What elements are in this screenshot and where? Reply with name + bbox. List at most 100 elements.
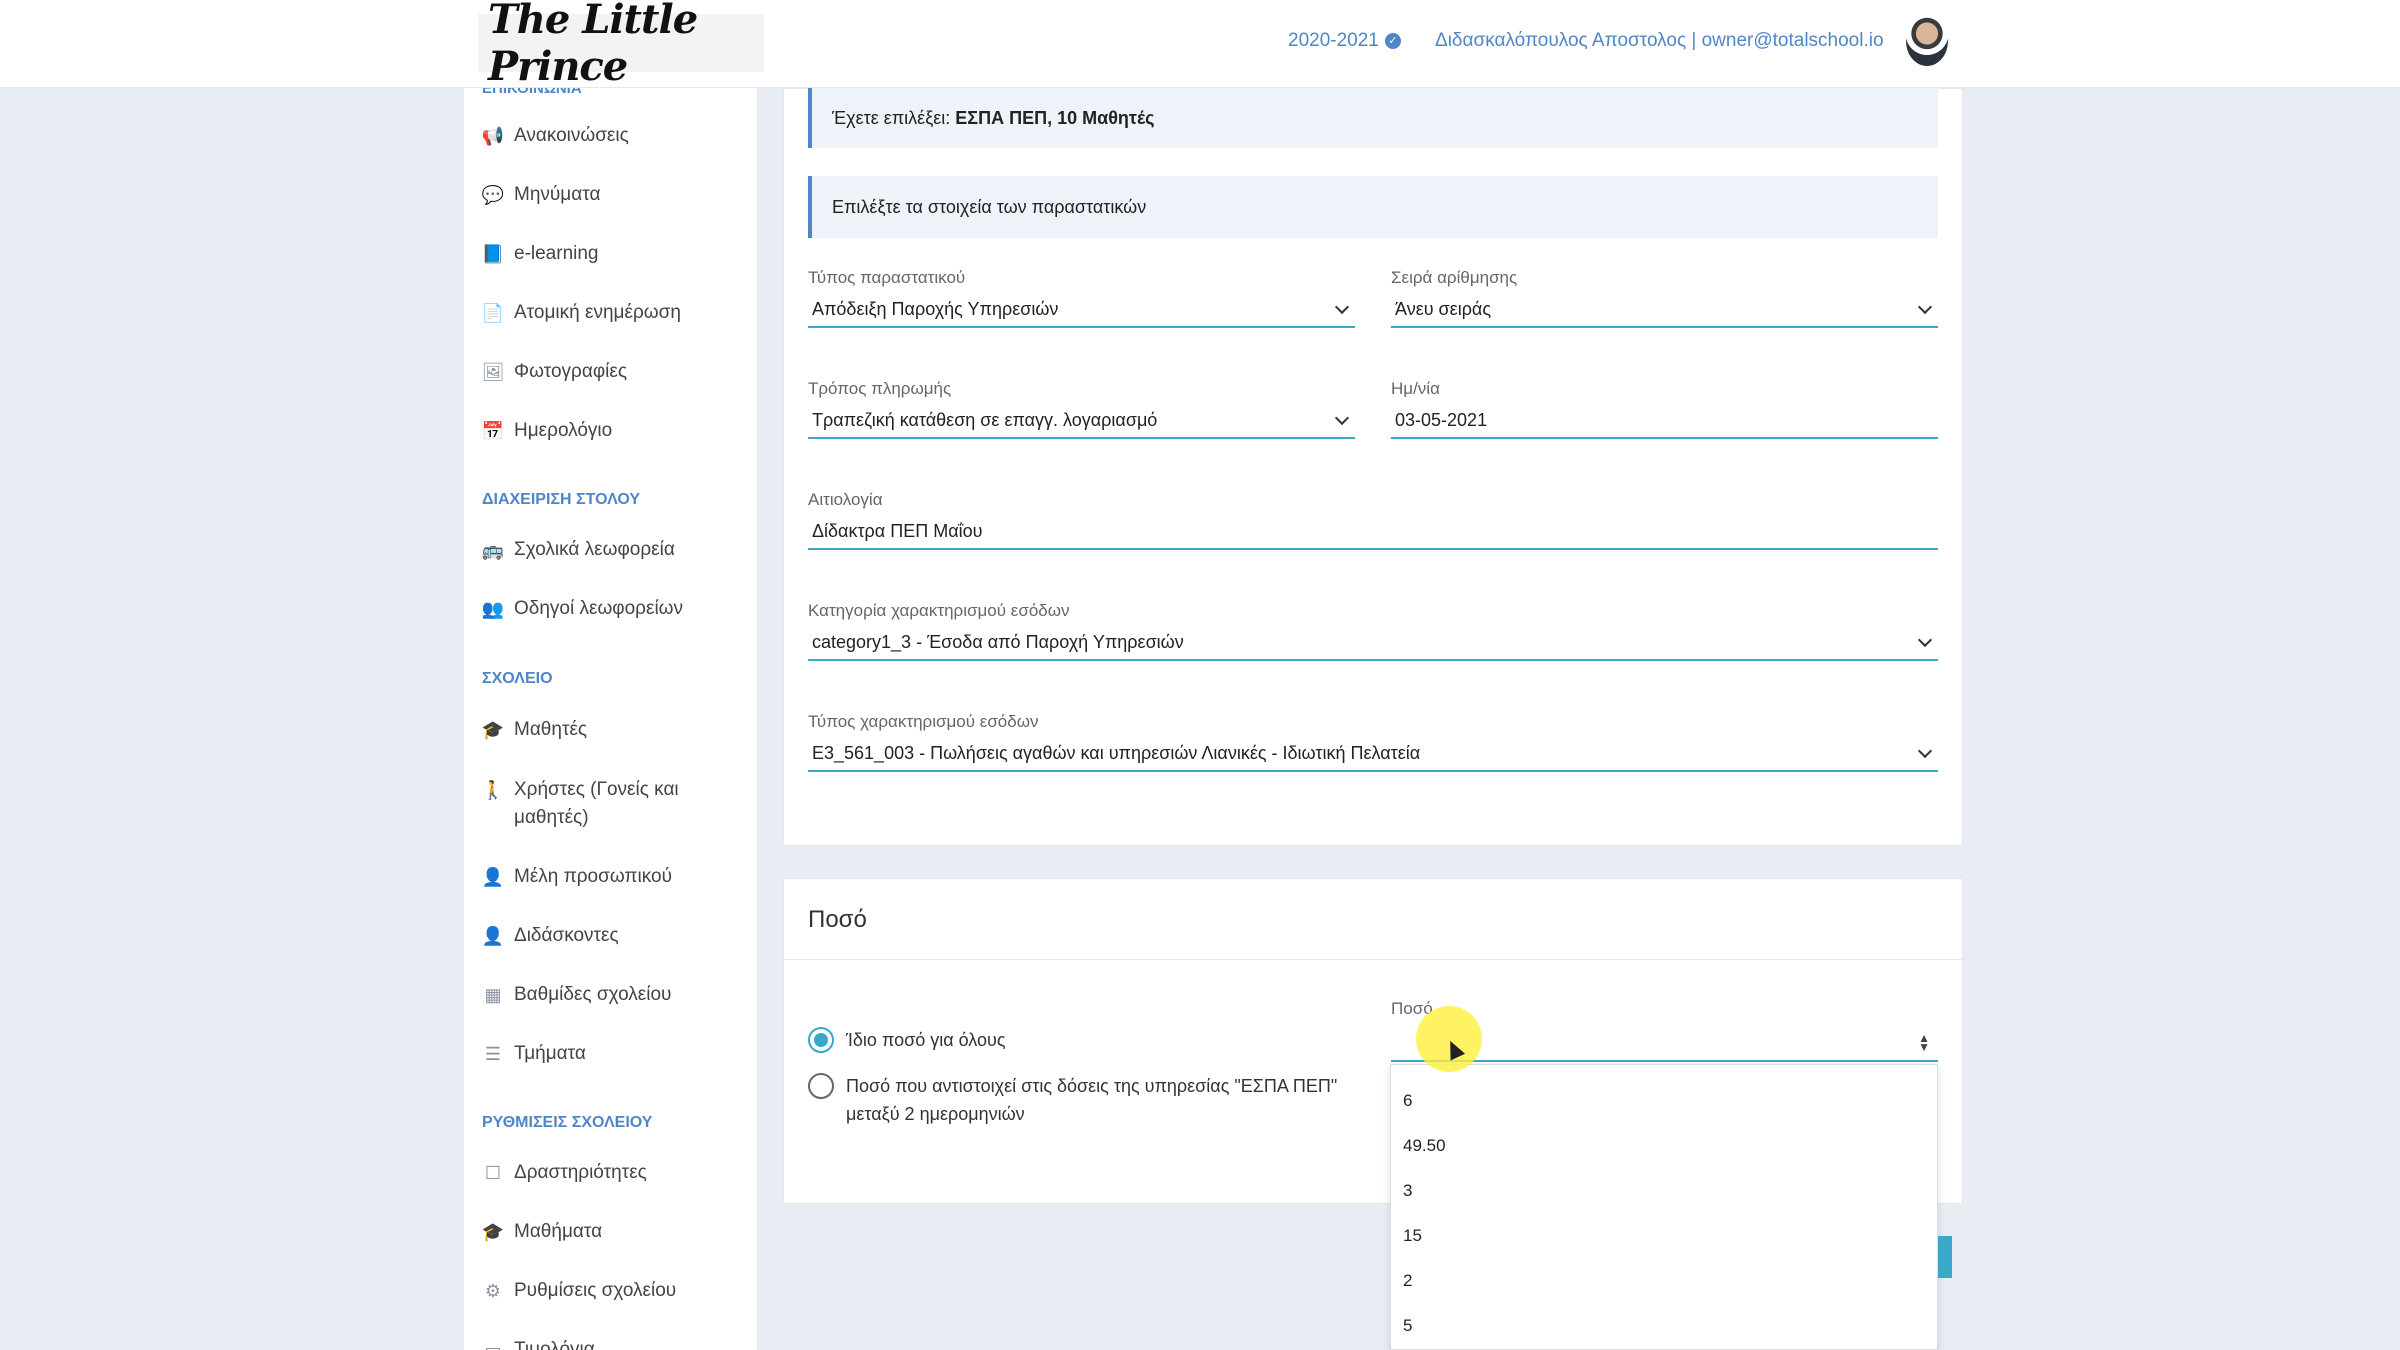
payment-label: Τρόπος πληρωμής (808, 379, 952, 398)
child-icon: 🚶 (481, 780, 505, 800)
suggestion-option[interactable]: 3 (1403, 1181, 1412, 1201)
sidebar-section-settings: ΡΥΘΜΙΣΕΙΣ ΣΧΟΛΕΙΟΥ (482, 1114, 653, 1131)
sidebar-item-photos[interactable]: 🖼 Φωτογραφίες (482, 358, 744, 386)
graduation-cap-icon: 🎓 (481, 1222, 505, 1242)
sidebar-item-label: Ατομική ενημέρωση (514, 302, 681, 323)
reason-label: Αιτιολογία (808, 490, 883, 509)
sidebar-item-label: Ημερολόγιο (514, 420, 613, 441)
sidebar-item-invoices[interactable]: ▭ Τιμολόγια (482, 1336, 744, 1350)
income-type-label: Τύπος χαρακτηρισμού εσόδων (808, 712, 1039, 731)
user-circle-icon: 👤 (481, 867, 505, 887)
card-divider (784, 959, 1962, 960)
sidebar-item-label: Δραστηριότητες (514, 1162, 647, 1183)
income-category-select[interactable]: category1_3 - Έσοδα από Παροχή Υπηρεσιών (808, 625, 1938, 661)
sidebar-item-label: Μαθητές (514, 719, 588, 740)
school-year-label: 2020-2021 (1288, 30, 1379, 51)
sidebar-item-school-settings[interactable]: ⚙ Ρυθμίσεις σχολείου (482, 1277, 744, 1305)
sidebar-item-school-levels[interactable]: ▦ Βαθμίδες σχολείου (482, 981, 744, 1009)
sidebar-item-drivers[interactable]: 👥 Οδηγοί λεωφορείων (482, 595, 744, 623)
income-category-value: category1_3 - Έσοδα από Παροχή Υπηρεσιών (812, 631, 1184, 652)
payment-select[interactable]: Τραπεζική κατάθεση σε επαγγ. λογαριασμό (808, 403, 1355, 439)
income-type-select[interactable]: E3_561_003 - Πωλήσεις αγαθών και υπηρεσι… (808, 736, 1938, 772)
doc-type-label: Τύπος παραστατικού (808, 268, 966, 287)
sidebar-item-calendar[interactable]: 📅 Ημερολόγιο (482, 417, 744, 445)
chevron-down-icon (1917, 299, 1933, 315)
sidebar-section-fleet: ΔΙΑΧΕΙΡΙΣΗ ΣΤΟΛΟΥ (482, 491, 641, 508)
income-category-label: Κατηγορία χαρακτηρισμού εσόδων (808, 601, 1070, 620)
sidebar-item-teachers[interactable]: 👤 Διδάσκοντες (482, 922, 744, 950)
doc-type-select[interactable]: Απόδειξη Παροχής Υπηρεσιών (808, 292, 1355, 328)
sidebar-item-label: Ρυθμίσεις σχολείου (514, 1280, 677, 1301)
radio-installments[interactable] (808, 1073, 834, 1099)
calendar-icon: 📅 (481, 421, 505, 441)
sidebar-item-staff[interactable]: 👤 Μέλη προσωπικού (482, 863, 744, 891)
date-field[interactable]: 03-05-2021 (1391, 403, 1938, 439)
sidebar-item-buses[interactable]: 🚌 Σχολικά λεωφορεία (482, 536, 744, 564)
suggestion-option[interactable]: 6 (1403, 1091, 1412, 1111)
suggestion-option[interactable]: 5 (1403, 1316, 1412, 1336)
sidebar-item-lessons[interactable]: 🎓 Μαθήματα (482, 1218, 744, 1246)
sidebar-item-users[interactable]: 🚶 Χρήστες (Γονείς και μαθητές) (482, 776, 744, 832)
list-icon: ☰ (484, 1044, 502, 1064)
sidebar-item-label: Οδηγοί λεωφορείων (514, 598, 684, 619)
radio-same-amount[interactable] (808, 1027, 834, 1053)
series-select[interactable]: Άνευ σειράς (1391, 292, 1938, 328)
user-info[interactable]: Διδασκαλόπουλος Αποστολος | owner@totals… (1435, 30, 1884, 52)
graduation-cap-icon: 🎓 (481, 720, 505, 740)
square-icon: ☐ (484, 1163, 502, 1183)
series-value: Άνευ σειράς (1395, 298, 1492, 319)
megaphone-icon: 📢 (481, 126, 505, 146)
sidebar-section-communication: ΕΠΙΚΟΙΝΩΝΙΑ (482, 88, 582, 97)
sidebar-item-label: Τμήματα (514, 1043, 586, 1064)
suggestion-option[interactable]: 49.50 (1403, 1136, 1446, 1156)
book-icon: 📘 (481, 244, 505, 264)
sidebar-item-label: Μέλη προσωπικού (514, 866, 672, 887)
spinner-icon[interactable]: ▲ ▼ (1918, 1032, 1930, 1053)
sidebar-item-label: e-learning (514, 243, 599, 264)
sidebar-item-announcements[interactable]: 📢 Ανακοινώσεις (482, 122, 744, 150)
school-year-selector[interactable]: 2020-2021 ✓ (1288, 30, 1401, 52)
chevron-down-icon (1334, 299, 1350, 315)
user-circle-icon: 👤 (481, 926, 505, 946)
amount-title: Ποσό (808, 906, 867, 933)
sidebar-item-label: Τιμολόγια (514, 1339, 595, 1350)
income-type-value: E3_561_003 - Πωλήσεις αγαθών και υπηρεσι… (812, 742, 1421, 763)
sidebar: ΕΠΙΚΟΙΝΩΝΙΑ 📢 Ανακοινώσεις 💬 Μηνύματα 📘 … (464, 88, 757, 1350)
sidebar-item-label: Χρήστες (Γονείς και μαθητές) (514, 779, 679, 828)
school-logo[interactable]: The Little Prince (478, 0, 764, 90)
radio-same-amount-label[interactable]: Ίδιο ποσό για όλους (846, 1026, 1006, 1054)
avatar[interactable] (1906, 16, 1948, 66)
sidebar-item-activities[interactable]: ☐ Δραστηριότητες (482, 1159, 744, 1187)
top-bar: The Little Prince 2020-2021 ✓ Διδασκαλόπ… (0, 0, 2400, 90)
bus-icon: 🚌 (481, 540, 505, 560)
chevron-down-icon (1334, 410, 1350, 426)
instruction-banner: Επιλέξτε τα στοιχεία των παραστατικών (808, 176, 1938, 238)
sidebar-item-elearning[interactable]: 📘 e-learning (482, 240, 744, 268)
doc-type-value: Απόδειξη Παροχής Υπηρεσιών (812, 298, 1059, 319)
card-icon: ▭ (484, 1340, 502, 1350)
sidebar-item-personal-update[interactable]: 📄 Ατομική ενημέρωση (482, 299, 744, 327)
suggestion-option[interactable]: 15 (1403, 1226, 1422, 1246)
sidebar-item-label: Διδάσκοντες (514, 925, 619, 946)
sidebar-item-students[interactable]: 🎓 Μαθητές (482, 716, 744, 744)
selection-value: ΕΣΠΑ ΠΕΠ, 10 Μαθητές (955, 107, 1155, 128)
users-icon: 👥 (481, 599, 505, 619)
sidebar-item-label: Φωτογραφίες (514, 361, 627, 382)
date-value: 03-05-2021 (1395, 409, 1488, 430)
suggestion-option[interactable]: 2 (1403, 1271, 1412, 1291)
sidebar-item-classes[interactable]: ☰ Τμήματα (482, 1040, 744, 1068)
image-icon: 🖼 (481, 362, 505, 382)
document-icon: 📄 (481, 303, 505, 323)
sidebar-item-messages[interactable]: 💬 Μηνύματα (482, 181, 744, 209)
sidebar-item-label: Βαθμίδες σχολείου (514, 984, 672, 1005)
reason-field[interactable]: Δίδακτρα ΠΕΠ Μαΐου (808, 514, 1938, 550)
radio-installments-label[interactable]: Ποσό που αντιστοιχεί στις δόσεις της υπη… (846, 1072, 1366, 1128)
sidebar-item-label: Μηνύματα (514, 184, 601, 205)
gears-icon: ⚙ (484, 1281, 502, 1301)
chat-icon: 💬 (481, 185, 505, 205)
submit-button[interactable] (1938, 1236, 1952, 1278)
cursor-highlight (1416, 1006, 1482, 1072)
sidebar-item-label: Σχολικά λεωφορεία (514, 539, 675, 560)
reason-value: Δίδακτρα ΠΕΠ Μαΐου (812, 520, 983, 541)
series-label: Σειρά αρίθμησης (1391, 268, 1518, 287)
